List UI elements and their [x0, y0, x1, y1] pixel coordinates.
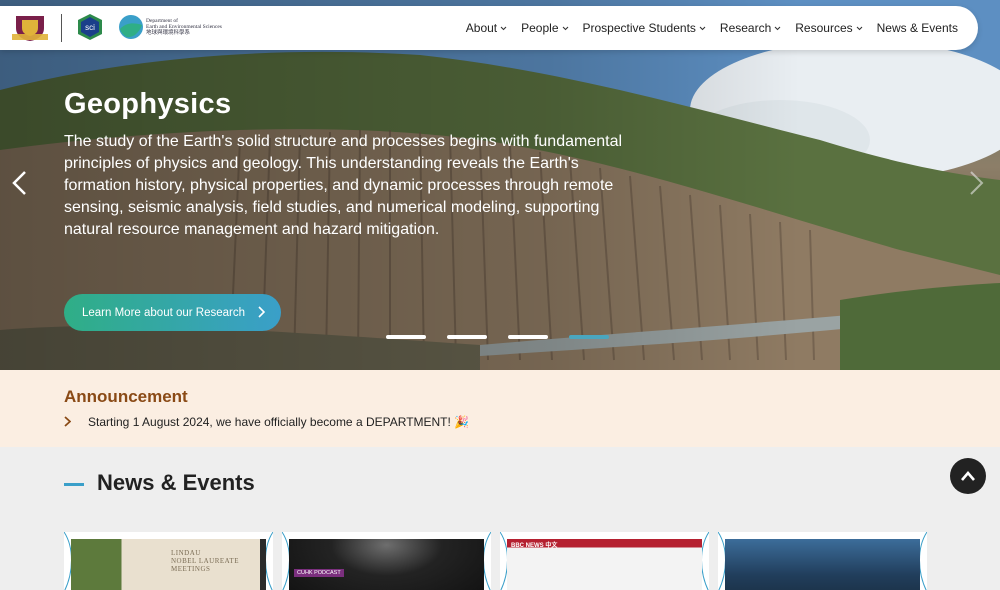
- nav-menu: About People Prospective Students Resear…: [466, 6, 958, 50]
- chevron-down-icon: [562, 26, 568, 30]
- announcement-title: Announcement: [64, 387, 188, 406]
- hero-title: Geophysics: [64, 88, 232, 120]
- ees-logo-text: Department of Earth and Environmental Sc…: [146, 18, 222, 36]
- news-card-tag: LINDAU NOBEL LAUREATE MEETINGS: [171, 549, 239, 573]
- carousel-indicators: [386, 335, 609, 339]
- carousel-prev-arrow-icon[interactable]: [10, 170, 28, 196]
- sci-logo-text: sci: [85, 23, 95, 32]
- news-card[interactable]: CUHK PODCAST: [282, 532, 491, 590]
- carousel-dot-4[interactable]: [569, 335, 609, 339]
- news-events-heading: News & Events: [97, 470, 255, 495]
- news-card[interactable]: LINDAU NOBEL LAUREATE MEETINGS: [64, 532, 273, 590]
- nav-item-label: Prospective Students: [582, 21, 696, 35]
- news-card-image: BBC NEWS 中文: [507, 539, 702, 590]
- nav-item-research[interactable]: Research: [720, 21, 781, 35]
- top-navigation-bar: sci Department of Earth and Environmenta…: [0, 6, 978, 50]
- cuhk-crest-icon[interactable]: [12, 14, 48, 42]
- nav-item-label: About: [465, 21, 498, 35]
- cta-label: Learn More about our Research: [82, 306, 246, 319]
- hero-description: The study of the Earth's solid structure…: [64, 133, 623, 238]
- chevron-right-icon: [258, 306, 265, 318]
- chevron-down-icon: [856, 26, 863, 30]
- learn-more-research-button[interactable]: Learn More about our Research: [64, 294, 281, 331]
- chevron-right-icon: [64, 416, 71, 427]
- nav-item-news-events[interactable]: News & Events: [877, 21, 958, 35]
- carousel-dot-2[interactable]: [447, 335, 487, 339]
- carousel-next-arrow-icon[interactable]: [968, 170, 986, 196]
- nav-item-label: Research: [719, 21, 772, 35]
- nav-item-people[interactable]: People: [521, 21, 568, 35]
- ees-department-logo-icon[interactable]: [117, 13, 145, 41]
- chevron-down-icon: [774, 26, 781, 30]
- sci-faculty-logo-icon[interactable]: sci: [77, 13, 103, 41]
- announcement-link[interactable]: Starting 1 August 2024, we have official…: [88, 415, 469, 429]
- news-card-image: [725, 539, 920, 590]
- news-card[interactable]: BBC NEWS 中文: [500, 532, 709, 590]
- news-card-tag: CUHK PODCAST: [294, 569, 344, 577]
- carousel-dot-1[interactable]: [386, 335, 426, 339]
- nav-item-label: News & Events: [876, 21, 958, 35]
- logo-divider: [61, 14, 62, 42]
- hero-carousel: Geophysics The study of the Earth's soli…: [0, 0, 1000, 370]
- nav-item-prospective-students[interactable]: Prospective Students: [583, 21, 706, 35]
- news-card-image: CUHK PODCAST: [289, 539, 484, 590]
- chevron-down-icon: [699, 26, 706, 30]
- scroll-to-top-button[interactable]: [950, 458, 986, 494]
- news-card-image: LINDAU NOBEL LAUREATE MEETINGS: [71, 539, 266, 590]
- ees-logo-line-3: 地球與環境科學系: [146, 30, 191, 36]
- nav-item-label: Resources: [795, 21, 853, 35]
- news-card-tag: BBC NEWS 中文: [511, 543, 558, 549]
- nav-item-about[interactable]: About: [466, 21, 507, 35]
- carousel-dot-3[interactable]: [508, 335, 548, 339]
- chevron-up-icon: [961, 471, 975, 481]
- section-title-accent: [64, 483, 84, 486]
- news-cards-list: LINDAU NOBEL LAUREATE MEETINGS CUHK PODC…: [64, 532, 927, 590]
- nav-item-resources[interactable]: Resources: [795, 21, 863, 35]
- nav-item-label: People: [521, 21, 559, 35]
- chevron-down-icon: [500, 26, 507, 30]
- announcement-section: Announcement Starting 1 August 2024, we …: [0, 370, 1000, 447]
- news-card[interactable]: [718, 532, 927, 590]
